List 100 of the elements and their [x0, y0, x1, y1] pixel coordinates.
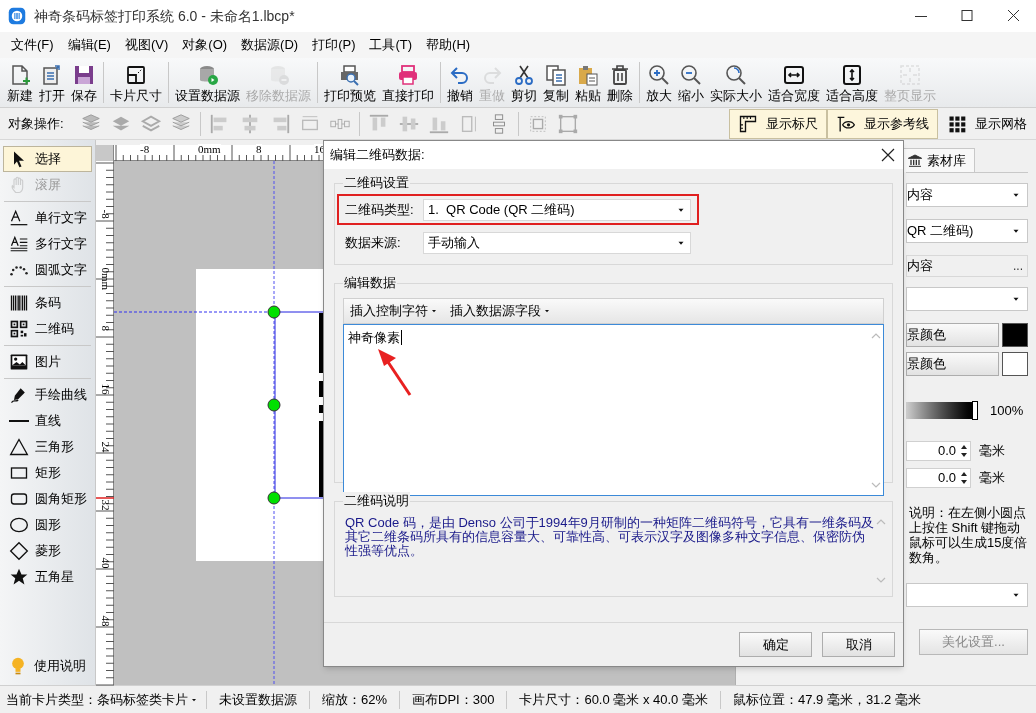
menu-item[interactable]: 数据源(D): [234, 32, 306, 58]
color-swatch[interactable]: [1002, 323, 1028, 347]
color-button[interactable]: 景颜色: [906, 323, 999, 347]
data-text: 神奇像素: [348, 330, 402, 345]
insert-menu[interactable]: 插入数据源字段: [450, 301, 551, 321]
triangle-icon: [9, 437, 29, 457]
fit-height-icon: [840, 63, 864, 87]
tool-button[interactable]: 手绘曲线: [3, 382, 92, 408]
dialog-button[interactable]: 取消: [822, 632, 895, 657]
card-type-dropdown[interactable]: 当前卡片类型：条码标签类卡片: [6, 689, 198, 710]
toolbar-button[interactable]: 打开: [36, 58, 68, 107]
close-icon: [1005, 8, 1021, 24]
tool-button[interactable]: 单行文字: [3, 205, 92, 231]
toolbar-button[interactable]: 打印预览: [321, 58, 379, 107]
scissors-icon: [512, 63, 536, 87]
field-label: 数据来源:: [345, 233, 402, 252]
opacity-slider[interactable]: [906, 402, 978, 420]
toolbar-button[interactable]: 卡片尺寸: [107, 58, 165, 107]
printer-icon: [396, 63, 420, 87]
star-icon: [9, 567, 29, 587]
more-button[interactable]: ...: [1013, 257, 1023, 275]
menu-item[interactable]: 视图(V): [117, 32, 176, 58]
toolbar-button[interactable]: 复制: [540, 58, 572, 107]
tool-button[interactable]: 圆形: [3, 512, 92, 538]
color-swatch[interactable]: [1002, 352, 1028, 376]
dialog-button[interactable]: 确定: [739, 632, 812, 657]
help-button[interactable]: 使用说明: [3, 651, 92, 681]
tool-button[interactable]: 二维码: [3, 316, 92, 342]
tool-button[interactable]: 图片: [3, 349, 92, 375]
number-field[interactable]: 0.0: [906, 467, 971, 488]
tool-button[interactable]: 圆角矩形: [3, 486, 92, 512]
spin-arrows-icon: [960, 443, 968, 458]
view-toggle[interactable]: 显示网格: [938, 108, 1036, 139]
slider-thumb[interactable]: [972, 401, 978, 421]
status-text: 未设置数据源: [218, 690, 298, 709]
dropdown[interactable]: [906, 287, 1028, 311]
toolbar-button[interactable]: 保存: [68, 58, 100, 107]
multiline-text-icon: [9, 234, 29, 254]
toolbar-button[interactable]: 适合宽度: [765, 58, 823, 107]
ruler-label: 0mm: [198, 144, 221, 155]
menu-item[interactable]: 打印(P): [305, 32, 363, 58]
toolbar-button[interactable]: 剪切: [508, 58, 540, 107]
dropdown[interactable]: QR 二维码): [906, 219, 1028, 243]
group-title: 二维码设置: [343, 174, 410, 192]
tool-button[interactable]: 矩形: [3, 460, 92, 486]
tool-button[interactable]: 五角星: [3, 564, 92, 590]
toolbar-button[interactable]: 设置数据源: [172, 58, 243, 107]
color-button[interactable]: 景颜色: [906, 352, 999, 376]
ruler-label: 40: [99, 557, 111, 571]
maximize-icon: [959, 8, 975, 24]
object-operations-label: 对象操作:: [8, 114, 64, 133]
toolbar-button[interactable]: 适合高度: [823, 58, 881, 107]
ruler-label: 16: [99, 383, 111, 397]
toolbar-button[interactable]: 直接打印: [379, 58, 437, 107]
toolbar-button[interactable]: 撤销: [444, 58, 476, 107]
menu-item[interactable]: 工具(T): [362, 32, 420, 58]
toolbar-button[interactable]: 缩小: [675, 58, 707, 107]
tool-button[interactable]: 多行文字: [3, 231, 92, 257]
tool-button[interactable]: 选择: [3, 146, 92, 172]
ruler-label: -8: [99, 209, 111, 221]
toolbar-button[interactable]: 删除: [604, 58, 636, 107]
dialog-title: 编辑二维码数据:: [330, 146, 426, 165]
tool-button[interactable]: 直线: [3, 408, 92, 434]
toolbar-button[interactable]: 放大: [643, 58, 675, 107]
copy-icon: [544, 63, 568, 87]
view-toggle[interactable]: 显示标尺: [729, 108, 827, 139]
toolbar-button[interactable]: 粘贴: [572, 58, 604, 107]
content-field[interactable]: 内容 ...: [906, 255, 1028, 277]
tool-button[interactable]: 条码: [3, 290, 92, 316]
menu-item[interactable]: 对象(O): [175, 32, 235, 58]
number-field[interactable]: 0.0: [906, 440, 971, 461]
ruler-label: 8: [256, 144, 262, 155]
resize-handle[interactable]: [267, 398, 281, 412]
menu-item[interactable]: 编辑(E): [60, 32, 118, 58]
toolbar-button[interactable]: 新建: [4, 58, 36, 107]
tool-button[interactable]: 菱形: [3, 538, 92, 564]
toolbar-button[interactable]: 实际大小: [707, 58, 765, 107]
dropdown[interactable]: 内容: [906, 183, 1028, 207]
fit-page-icon: [898, 63, 922, 87]
status-text: 鼠标位置：47.9 毫米，31.2 毫米: [731, 690, 922, 709]
dropdown[interactable]: [906, 582, 1028, 607]
fit-width-icon: [782, 63, 806, 87]
diamond-icon: [9, 541, 29, 561]
ruler-label: 32: [99, 499, 111, 513]
dropdown[interactable]: 1. QR Code (QR 二维码): [423, 198, 691, 221]
insert-menu[interactable]: 插入控制字符: [350, 301, 438, 321]
menu-item[interactable]: 文件(F): [4, 32, 61, 58]
resize-handle[interactable]: [267, 305, 281, 319]
view-toggle[interactable]: 显示参考线: [827, 108, 938, 139]
menu-item[interactable]: 帮助(H): [419, 32, 478, 58]
qr-code-icon: [9, 319, 29, 339]
status-text: 画布DPI：300: [411, 690, 496, 709]
resize-handle[interactable]: [267, 491, 281, 505]
tool-button[interactable]: 圆弧文字: [3, 257, 92, 283]
caret-icon: [543, 307, 551, 315]
clipboard-icon: [576, 63, 600, 87]
line-icon: [9, 420, 29, 422]
spin-arrows-icon: [960, 470, 968, 485]
dropdown[interactable]: 手动输入: [423, 231, 691, 254]
tool-button[interactable]: 三角形: [3, 434, 92, 460]
